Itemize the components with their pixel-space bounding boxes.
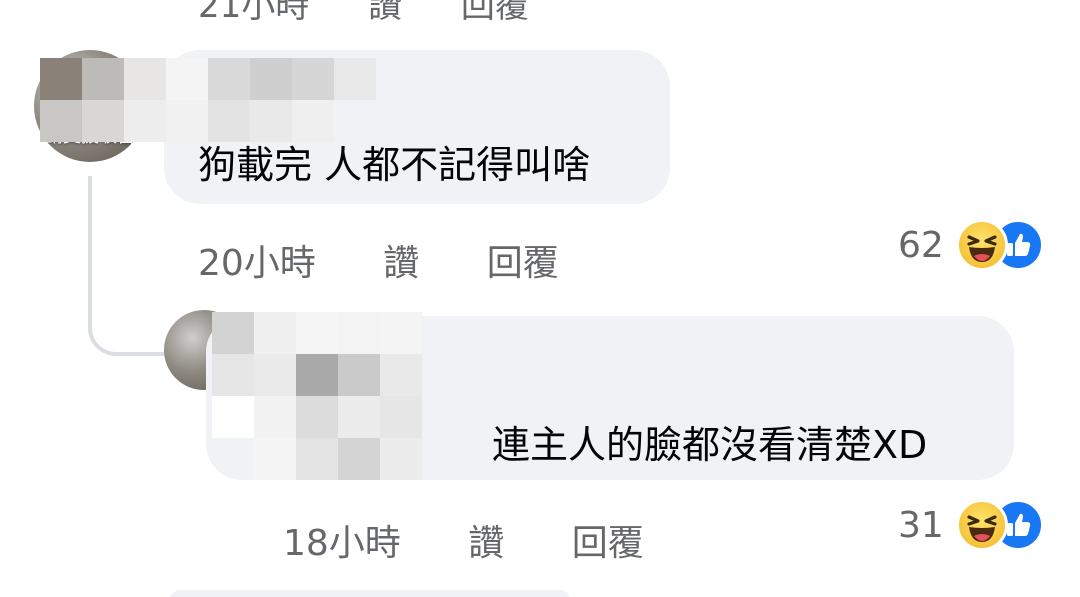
redacted-commenter-name (212, 312, 422, 480)
haha-reaction-icon (955, 219, 1008, 271)
comment-text: 狗載完 人都不記得叫啥 (198, 143, 591, 187)
previous-comment-meta: 21小時 讚 回覆 (198, 0, 577, 27)
previous-comment-reply-button[interactable]: 回覆 (461, 0, 529, 26)
comment-time[interactable]: 20小時 (198, 234, 316, 286)
reply-button[interactable]: 回覆 (572, 514, 644, 566)
reaction-count: 62 (898, 224, 944, 266)
comment-text: 連主人的臉都沒看清楚XD (492, 423, 928, 467)
haha-reaction-icon (955, 499, 1008, 551)
comment-meta: 18小時 讚 回覆 (283, 514, 644, 566)
previous-comment-like-button[interactable]: 讚 (368, 0, 402, 26)
comment-time[interactable]: 18小時 (283, 514, 401, 566)
comment-meta: 20小時 讚 回覆 (198, 234, 559, 286)
reaction-summary[interactable]: 62 (898, 219, 1044, 271)
next-comment-bubble (170, 590, 570, 597)
like-button[interactable]: 讚 (468, 514, 504, 566)
previous-comment-time: 21小時 (198, 0, 310, 26)
reaction-summary[interactable]: 31 (898, 499, 1044, 551)
like-button[interactable]: 讚 (383, 234, 419, 286)
comment-thread: 21小時 讚 回覆 請支援收留 狗載完 人都不記得叫啥 20小時 讚 回覆 62 (0, 0, 1080, 597)
redacted-commenter-name (40, 58, 376, 142)
reply-button[interactable]: 回覆 (487, 234, 559, 286)
reaction-count: 31 (898, 504, 944, 546)
thread-connector-line (88, 176, 178, 356)
